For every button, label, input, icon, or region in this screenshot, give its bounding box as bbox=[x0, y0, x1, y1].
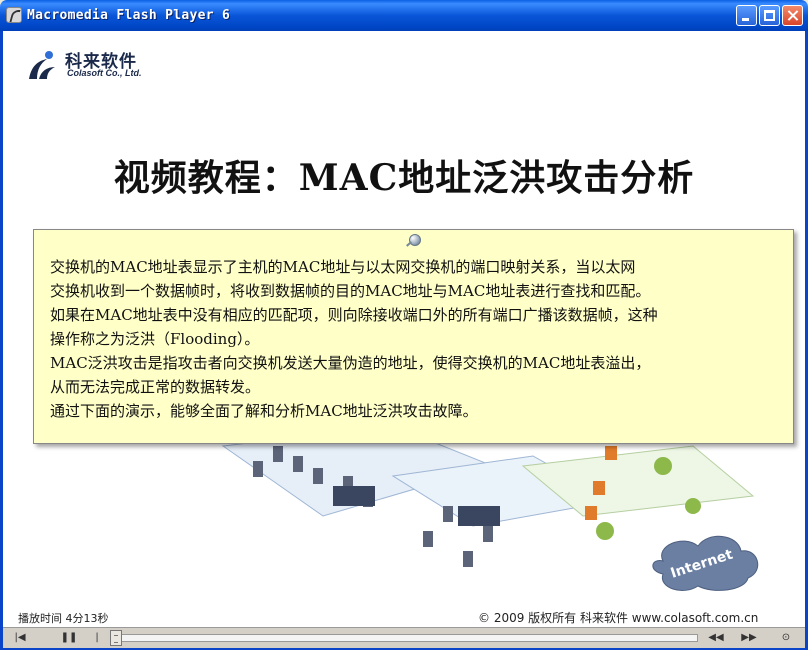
seek-bar[interactable] bbox=[113, 634, 698, 642]
menu-grip-icon[interactable]: | bbox=[86, 630, 108, 646]
note-line: MAC泛洪攻击是指攻击者向交换机发送大量伪造的地址，使得交换机的MAC地址表溢出… bbox=[50, 354, 651, 372]
pause-icon[interactable]: ❚❚ bbox=[58, 630, 80, 646]
slide-title: 视频教程：MAC地址泛洪攻击分析 bbox=[113, 157, 695, 199]
rewind-to-start-icon[interactable]: |◀ bbox=[9, 630, 31, 646]
playback-controls: |◀ ❚❚ | ◀◀ ▶▶ ⊙ bbox=[3, 627, 805, 648]
exit-icon[interactable]: ⊙ bbox=[775, 630, 797, 646]
note-line: 交换机的MAC地址表显示了主机的MAC地址与以太网交换机的端口映射关系，当以太网 bbox=[50, 258, 636, 276]
step-forward-icon[interactable]: ▶▶ bbox=[738, 630, 760, 646]
note-line: 交换机收到一个数据帧时，将收到数据帧的目的MAC地址与MAC地址表进行查找和匹配… bbox=[50, 282, 651, 300]
close-button[interactable] bbox=[782, 5, 803, 26]
flash-stage: 科来软件 Colasoft Co., Ltd. 视频教程：MAC地址泛洪攻击分析 bbox=[3, 31, 805, 627]
pin-icon bbox=[409, 234, 421, 246]
note-line: 从而无法完成正常的数据转发。 bbox=[50, 378, 261, 396]
window-title: Macromedia Flash Player 6 bbox=[27, 8, 231, 23]
seek-thumb[interactable] bbox=[110, 630, 122, 646]
title-bar[interactable]: Macromedia Flash Player 6 bbox=[0, 0, 808, 31]
note-line: 通过下面的演示，能够全面了解和分析MAC地址泛洪攻击故障。 bbox=[50, 402, 478, 420]
description-note: 交换机的MAC地址表显示了主机的MAC地址与以太网交换机的端口映射关系，当以太网… bbox=[33, 229, 794, 444]
copyright-text: © 2009 版权所有 科来软件 www.colasoft.com.cn bbox=[478, 611, 759, 625]
note-line: 操作称之为泛洪（Flooding）。 bbox=[50, 330, 260, 348]
minimize-button[interactable] bbox=[736, 5, 757, 26]
window-frame: 科来软件 Colasoft Co., Ltd. 视频教程：MAC地址泛洪攻击分析 bbox=[0, 31, 808, 650]
colasoft-logo-icon bbox=[29, 51, 55, 79]
note-text: 交换机的MAC地址表显示了主机的MAC地址与以太网交换机的端口映射关系，当以太网… bbox=[50, 255, 658, 423]
maximize-button[interactable] bbox=[759, 5, 780, 26]
step-back-icon[interactable]: ◀◀ bbox=[705, 630, 727, 646]
note-line: 如果在MAC地址表中没有相应的匹配项，则向除接收端口外的所有端口广播该数据帧，这… bbox=[50, 306, 658, 324]
flash-player-icon bbox=[6, 7, 22, 23]
play-time-label: 播放时间 4分13秒 bbox=[18, 612, 109, 625]
logo-text-en: Colasoft Co., Ltd. bbox=[67, 68, 142, 78]
